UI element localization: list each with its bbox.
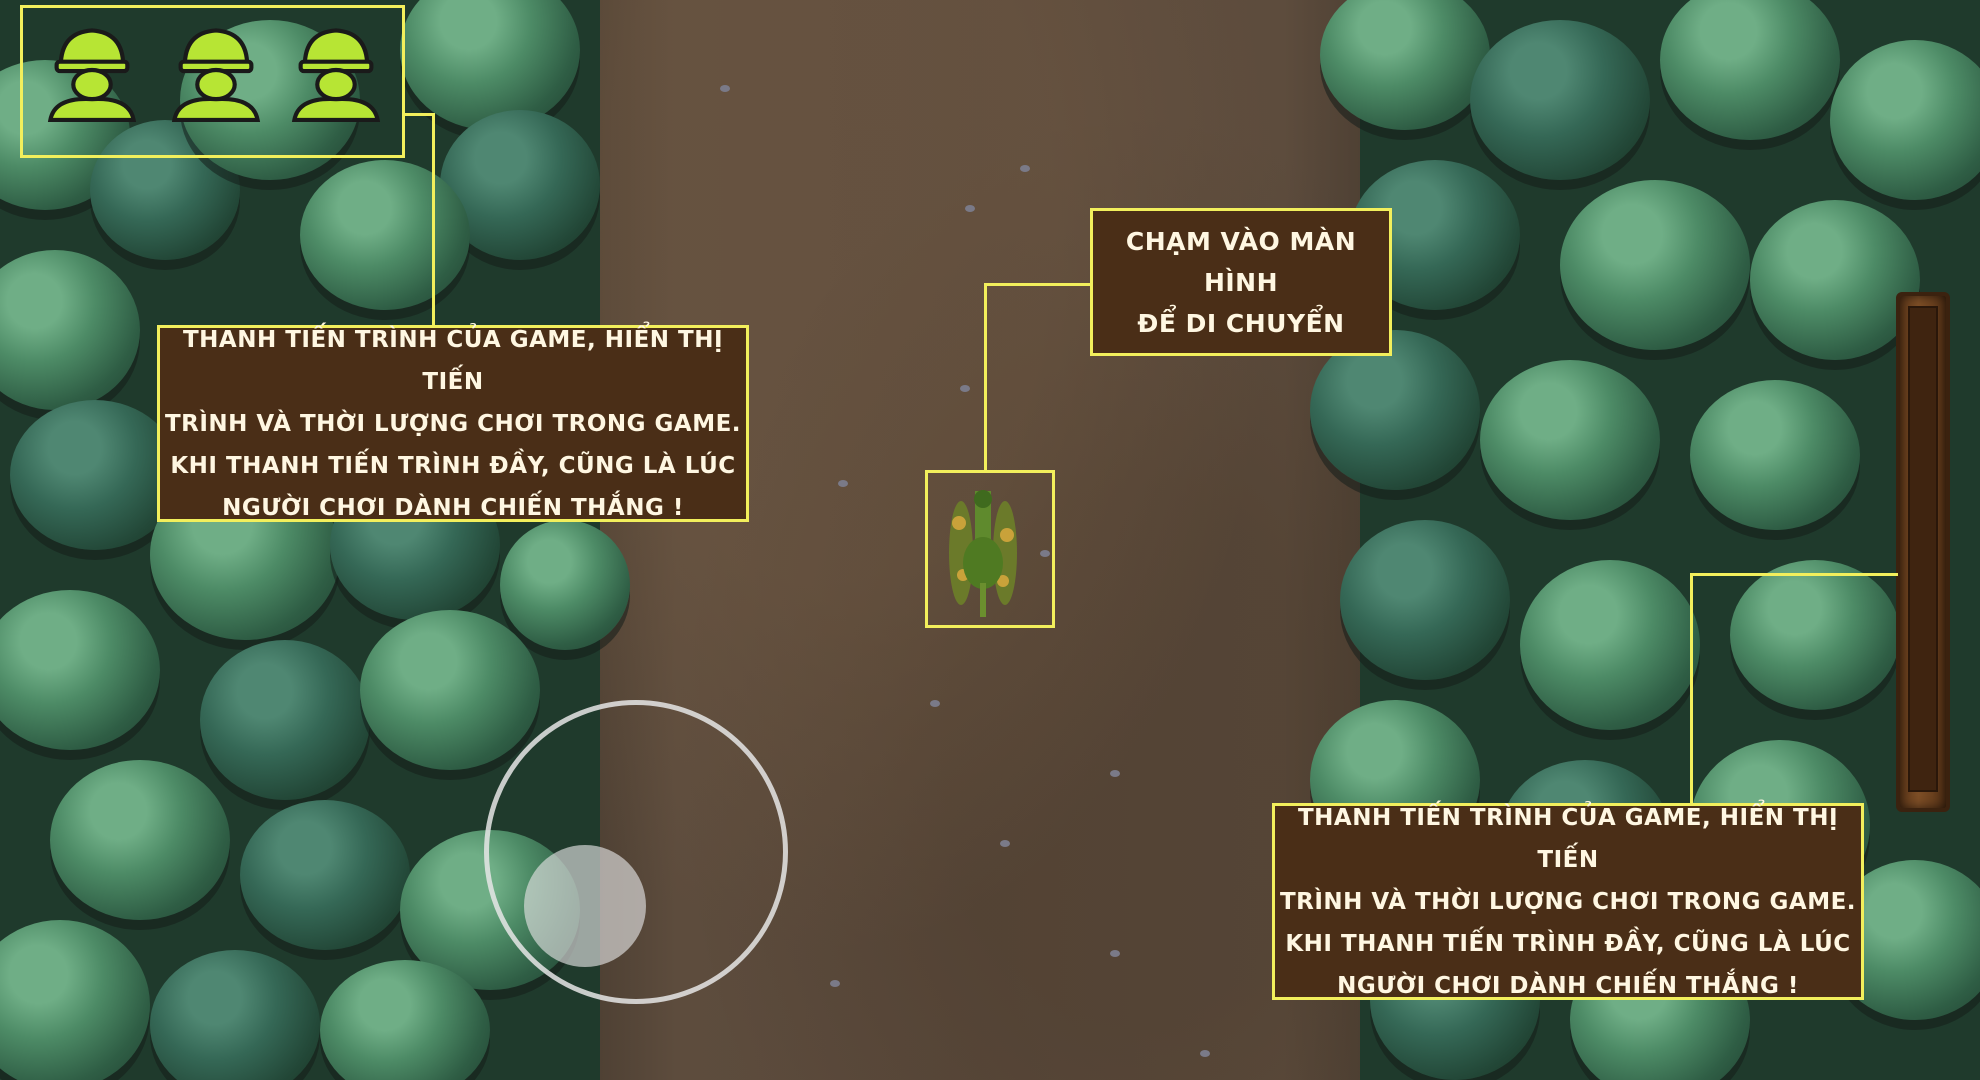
progress-bar <box>1896 292 1950 812</box>
progress-hint-right-line1: Thanh tiến trình của game, hiển thị tiến <box>1297 804 1839 873</box>
progress-hint-note-left: Thanh tiến trình của game, hiển thị tiến… <box>157 325 749 522</box>
player-highlight-frame <box>925 470 1055 628</box>
move-hint-line2: để di chuyển <box>1137 308 1345 338</box>
progress-hint-right-line4: người chơi dành chiến thắng ! <box>1337 972 1799 999</box>
lives-highlight-frame <box>20 5 405 158</box>
joystick-ring[interactable] <box>484 700 788 1004</box>
progress-hint-left-line3: Khi thanh tiến trình đầy, cũng là lúc <box>170 452 736 479</box>
move-hint-line1: Chạm vào màn hình <box>1125 226 1357 297</box>
progress-hint-note-right: Thanh tiến trình của game, hiển thị tiến… <box>1272 803 1864 1000</box>
connector-line <box>1690 573 1693 805</box>
progress-bar-track <box>1908 306 1938 792</box>
progress-hint-right-line2: trình và thời lượng chơi trong game. <box>1279 888 1857 915</box>
progress-hint-left-line4: người chơi dành chiến thắng ! <box>222 494 684 521</box>
connector-line <box>984 283 1092 286</box>
connector-line <box>1690 573 1898 576</box>
connector-line <box>432 113 435 328</box>
game-scene[interactable]: Chạm vào màn hình để di chuyển Thanh tiế… <box>0 0 1980 1080</box>
progress-hint-left-line2: trình và thời lượng chơi trong game. <box>164 410 742 437</box>
connector-line <box>405 113 435 116</box>
progress-hint-right-line3: Khi thanh tiến trình đầy, cũng là lúc <box>1285 930 1851 957</box>
connector-line <box>984 283 987 473</box>
joystick-knob[interactable] <box>524 845 646 967</box>
progress-hint-left-line1: Thanh tiến trình của game, hiển thị tiến <box>182 326 724 395</box>
move-hint-note: Chạm vào màn hình để di chuyển <box>1090 208 1392 356</box>
